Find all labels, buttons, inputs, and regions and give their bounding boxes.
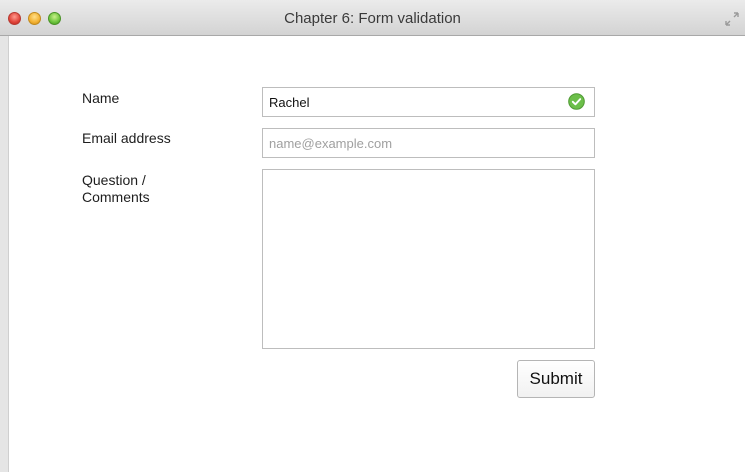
name-field[interactable]	[262, 87, 595, 117]
email-label: Email address	[82, 130, 171, 146]
fullscreen-icon[interactable]	[725, 12, 739, 26]
check-circle-icon	[568, 93, 585, 110]
email-field[interactable]	[262, 128, 595, 158]
comments-label-line2: Comments	[82, 189, 150, 205]
window-titlebar[interactable]: Chapter 6: Form validation	[0, 0, 745, 36]
comments-label: Question / Comments	[82, 172, 150, 206]
window-title: Chapter 6: Form validation	[284, 10, 461, 27]
window-left-edge	[0, 36, 9, 472]
submit-button[interactable]: Submit	[517, 360, 595, 398]
name-label: Name	[82, 90, 120, 106]
comments-label-line1: Question /	[82, 172, 146, 188]
comments-field[interactable]	[262, 169, 595, 349]
